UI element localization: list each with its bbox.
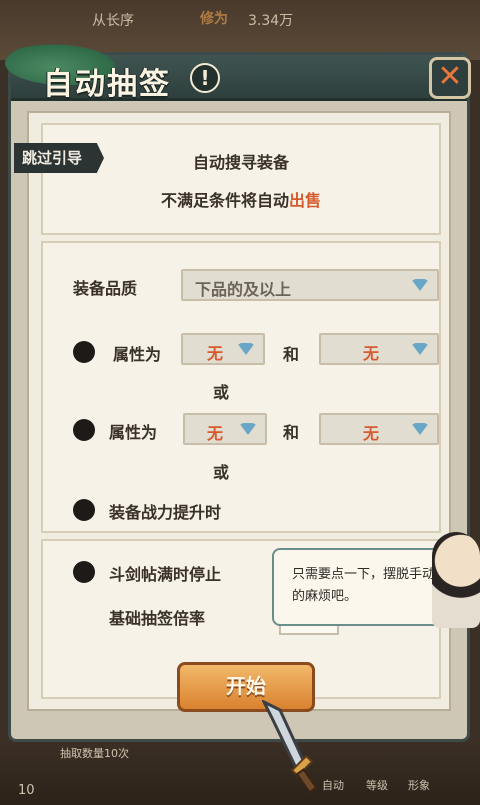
player-name: 从长序 bbox=[92, 13, 134, 29]
or-label-1: 或 bbox=[213, 383, 230, 402]
attribute-2-a-value: 无 bbox=[207, 424, 224, 443]
attribute-1-a-dropdown[interactable]: 无 bbox=[181, 333, 265, 365]
appearance-tab[interactable]: 形象 bbox=[408, 777, 430, 793]
guide-character-avatar bbox=[432, 532, 480, 628]
cultivation-label: 修为 bbox=[200, 11, 228, 27]
attribute-2-b-dropdown[interactable]: 无 bbox=[319, 413, 439, 445]
attribute-2-a-dropdown[interactable]: 无 bbox=[183, 413, 267, 445]
sell-highlight: 出售 bbox=[289, 191, 322, 210]
filter-section: 装备品质 下品的及以上 属性为 无 和 无 或 属性为 无 和 无 或 装备战力… bbox=[41, 241, 441, 533]
or-label-2: 或 bbox=[213, 463, 230, 482]
level-number: 10 bbox=[18, 783, 35, 798]
quality-dropdown[interactable]: 下品的及以上 bbox=[181, 269, 439, 301]
chevron-down-icon bbox=[411, 279, 429, 291]
chevron-down-icon bbox=[237, 343, 255, 355]
attribute-1-b-dropdown[interactable]: 无 bbox=[319, 333, 439, 365]
attribute-2-b-value: 无 bbox=[363, 424, 380, 443]
draw-count-text: 抽取数量10次 bbox=[60, 747, 129, 760]
auto-tab[interactable]: 自动 bbox=[322, 777, 344, 793]
close-icon[interactable]: ✕ bbox=[429, 57, 471, 99]
attribute-label-2: 属性为 bbox=[109, 423, 158, 442]
chevron-down-icon bbox=[239, 423, 257, 435]
intro-line-2-text: 不满足条件将自动 bbox=[160, 191, 289, 210]
level-tab[interactable]: 等级 bbox=[366, 777, 388, 793]
cultivation-value: 3.34万 bbox=[248, 13, 294, 29]
chevron-down-icon bbox=[411, 423, 429, 435]
stop-radio[interactable] bbox=[73, 561, 95, 583]
chevron-down-icon bbox=[411, 343, 429, 355]
quality-value: 下品的及以上 bbox=[195, 280, 292, 299]
tutorial-bubble: 只需要点一下，摆脱手动的麻烦吧。 bbox=[272, 548, 452, 626]
attribute-label-1: 属性为 bbox=[113, 345, 162, 364]
intro-section: 自动搜寻装备 不满足条件将自动出售 bbox=[41, 123, 441, 235]
attribute-radio-2[interactable] bbox=[73, 419, 95, 441]
info-icon[interactable]: ! bbox=[190, 63, 220, 93]
stop-label: 斗剑帖满时停止 bbox=[109, 565, 222, 584]
game-bottom-bar: 抽取数量10次 自动 等级 形象 10 bbox=[0, 735, 480, 805]
attribute-radio-1[interactable] bbox=[73, 341, 95, 363]
dialog-header: 自动抽签 ! ✕ bbox=[5, 41, 471, 102]
sword-pointer-icon bbox=[262, 700, 318, 794]
and-label-2: 和 bbox=[283, 423, 300, 442]
attribute-1-a-value: 无 bbox=[207, 344, 224, 363]
rate-label: 基础抽签倍率 bbox=[109, 609, 206, 628]
intro-line-2: 不满足条件将自动出售 bbox=[43, 187, 439, 211]
and-label-1: 和 bbox=[283, 345, 300, 364]
power-radio[interactable] bbox=[73, 499, 95, 521]
attribute-1-b-value: 无 bbox=[363, 344, 380, 363]
power-label: 装备战力提升时 bbox=[109, 503, 222, 522]
quality-label: 装备品质 bbox=[73, 279, 138, 298]
skip-guide-tag[interactable]: 跳过引导 bbox=[14, 143, 104, 173]
dialog-title: 自动抽签 bbox=[43, 67, 171, 102]
